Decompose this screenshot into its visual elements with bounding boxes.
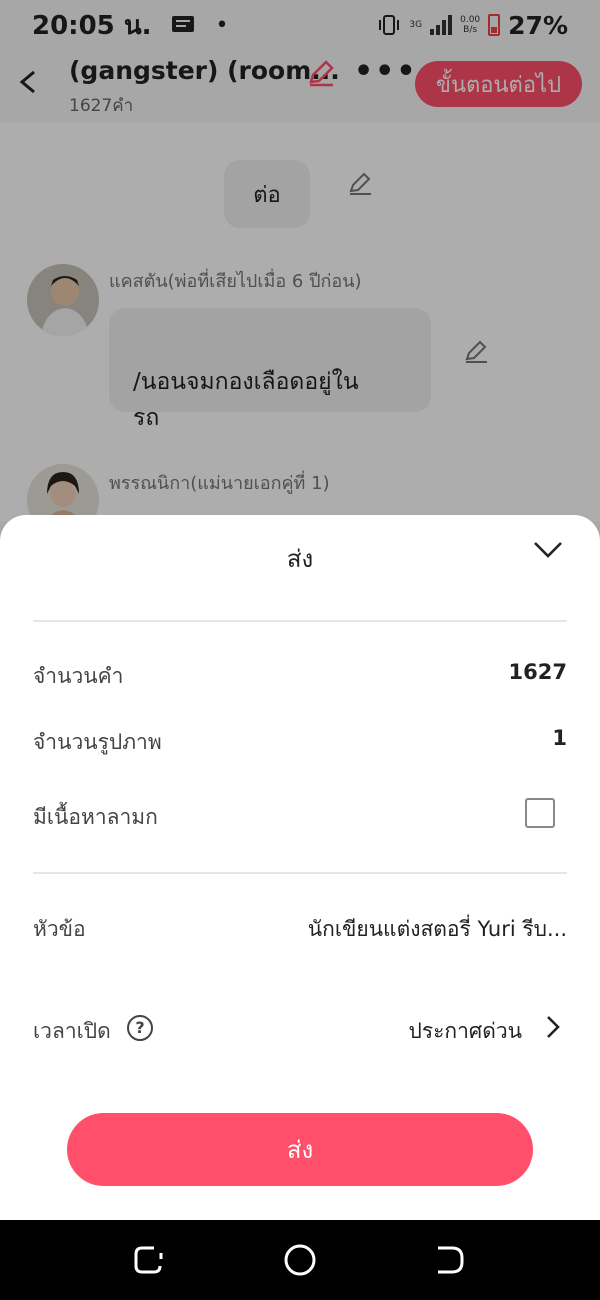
topic-value[interactable]: นักเขียนแต่งสตอรี่ Yuri รีบ... — [308, 913, 567, 946]
topic-label: หัวข้อ — [33, 917, 86, 941]
image-count-label: จำนวนรูปภาพ — [33, 730, 162, 754]
image-count-value: 1 — [552, 726, 567, 750]
divider — [33, 872, 567, 874]
word-count-label: จำนวนคำ — [33, 664, 124, 688]
submit-button[interactable]: ส่ง — [67, 1113, 533, 1186]
submit-sheet: ส่ง จำนวนคำ 1627 จำนวนรูปภาพ 1 มีเนื้อหา… — [0, 515, 600, 1220]
chevron-right-icon[interactable] — [544, 1014, 562, 1040]
home-icon[interactable] — [283, 1243, 317, 1277]
back-nav-icon[interactable] — [432, 1244, 468, 1276]
explicit-content-label: มีเนื้อหาลามก — [33, 805, 158, 829]
chevron-down-icon[interactable] — [532, 539, 564, 561]
explicit-content-checkbox[interactable] — [525, 798, 555, 828]
publish-time-value[interactable]: ประกาศด่วน — [408, 1015, 522, 1048]
recent-apps-icon[interactable] — [132, 1244, 168, 1276]
word-count-value: 1627 — [508, 660, 567, 684]
sheet-title: ส่ง — [286, 545, 314, 573]
divider — [33, 620, 567, 622]
help-icon[interactable]: ? — [127, 1015, 153, 1041]
publish-time-label: เวลาเปิด — [33, 1019, 111, 1043]
navigation-bar — [0, 1220, 600, 1300]
